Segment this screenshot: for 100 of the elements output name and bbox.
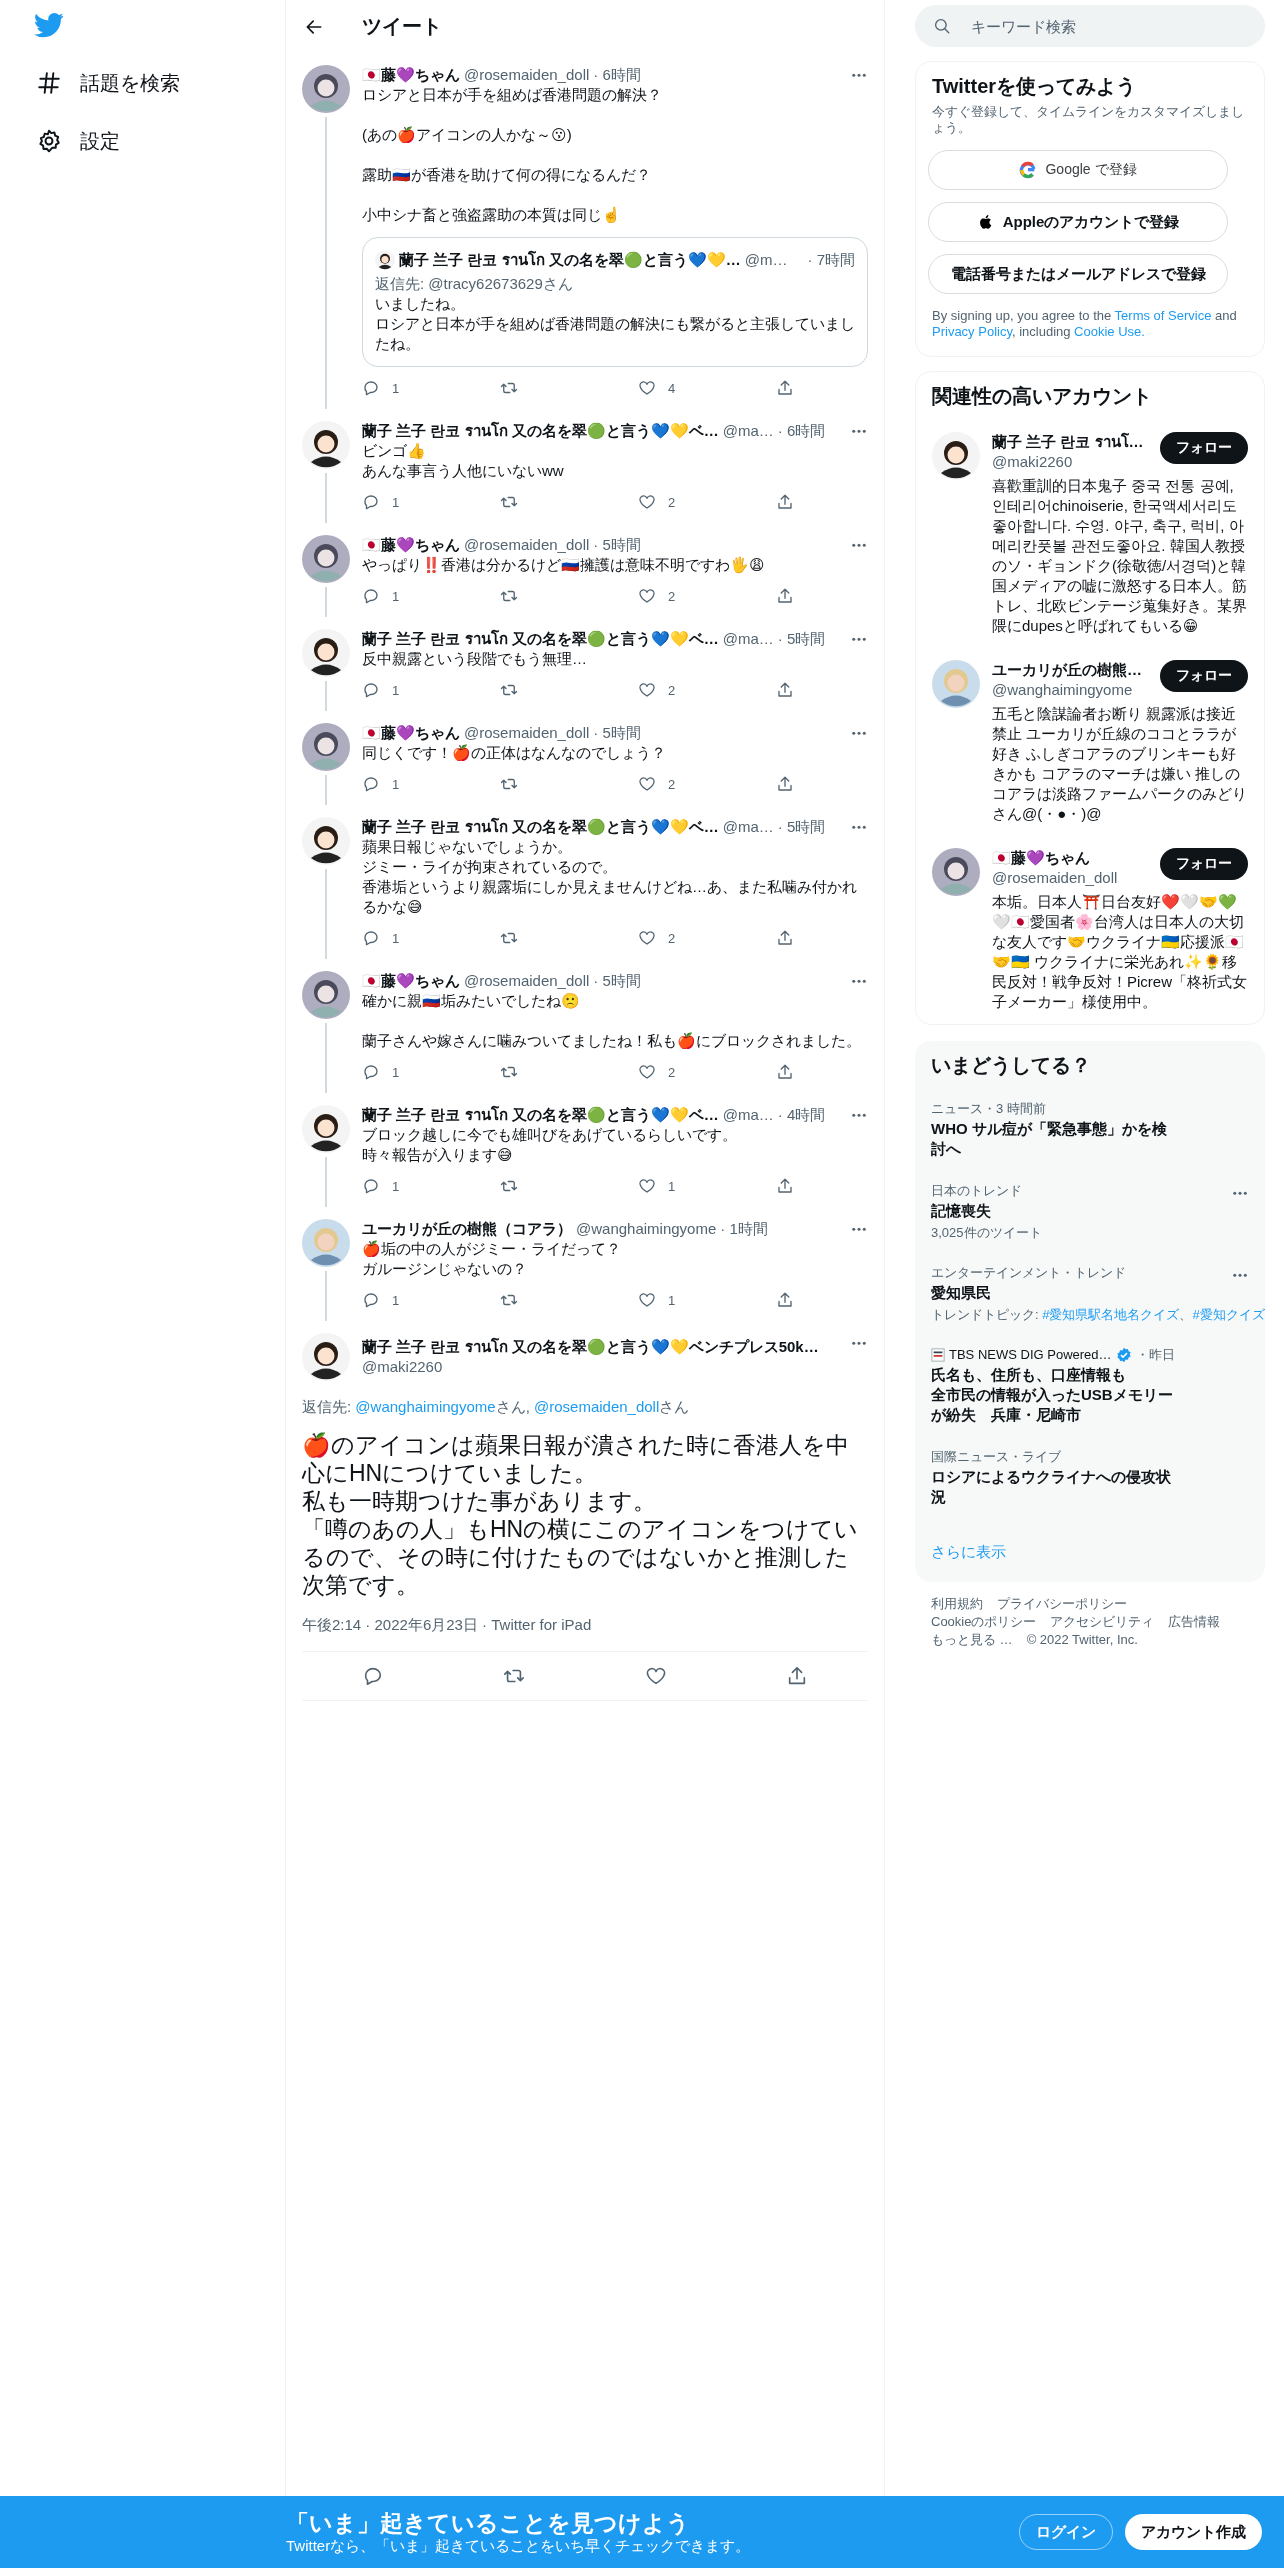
more-icon[interactable] [850,1226,868,1232]
reply-button[interactable]: 1 [362,1177,400,1195]
bird-logo-icon[interactable] [34,10,64,40]
timestamp[interactable]: · 1時間 [720,1219,768,1239]
footer-link[interactable]: 利用規約 [931,1596,983,1612]
avatar[interactable] [302,65,350,113]
search-field[interactable]: キーワード検索 [915,5,1265,47]
nav-link[interactable]: 話題を検索 [80,69,180,97]
signup-button[interactable]: アカウント作成 [1125,2514,1262,2550]
like-button[interactable]: 1 [638,1177,676,1195]
follow-button[interactable]: フォロー [1160,848,1248,880]
user-name[interactable]: 🇯🇵藤💜ちゃん [362,971,460,991]
avatar[interactable] [302,1105,350,1153]
avatar[interactable] [932,432,980,480]
like-button[interactable]: 2 [638,775,676,793]
footer-link[interactable]: 広告情報 [1168,1614,1221,1630]
more-icon[interactable] [850,978,868,984]
trend-item[interactable]: エンターテインメント・トレンド 愛知県民 トレンドトピック: #愛知県駅名地名クイズ、#愛知クイズ [915,1253,1265,1335]
user-handle: @rosemaiden_doll [464,723,590,743]
user-name[interactable]: 蘭子 兰子 란코 รานโก 又の名を翠🟢と言う💙💛ベ… [362,817,719,837]
more-icon[interactable] [850,72,868,78]
more-icon[interactable] [850,824,868,830]
timestamp[interactable]: · 5時間 [593,723,641,743]
user-name[interactable]: 🇯🇵藤💜ちゃん [362,535,460,555]
nav-link[interactable]: 設定 [80,127,120,155]
more-icon[interactable] [850,542,868,548]
footer-link[interactable]: もっと見る … [931,1632,1013,1648]
share-button[interactable] [776,1063,794,1081]
share-button[interactable] [776,587,794,605]
more-icon[interactable] [850,1341,868,1346]
more-icon[interactable] [850,428,868,434]
user-name[interactable]: 蘭子 兰子 란코 รานโก 又の名を翠🟢と言う💙💛ベ… [362,1105,719,1125]
trend-item[interactable]: ニュース・3 時間前 WHO サル痘が「緊急事態」かを検討へ [915,1089,1265,1171]
footer-link[interactable]: © 2022 Twitter, Inc. [1026,1632,1138,1648]
avatar[interactable] [375,250,395,270]
footer-link[interactable]: Cookieのポリシー [931,1614,1037,1630]
like-button[interactable]: 2 [638,493,676,511]
share-button[interactable] [776,379,794,397]
user-name[interactable]: 蘭子 兰子 란코 รานโก 又の名を翠🟢と言う💙💛ベ… [362,421,719,441]
user-name[interactable]: 蘭子 兰子 란코 รานโ… [992,432,1152,452]
follow-button[interactable]: フォロー [1160,432,1248,464]
avatar[interactable] [932,848,980,896]
share-button[interactable] [776,1177,794,1195]
user-name[interactable]: 蘭子 兰子 란코 รานโก 又の名を翠🟢と言う💙💛ベ… [362,629,719,649]
reply-button[interactable]: 1 [362,379,400,397]
trend-item[interactable]: 国際ニュース・ライブ ロシアによるウクライナへの侵攻状況 [915,1437,1265,1519]
footer-link[interactable]: アクセシビリティ [1050,1614,1155,1630]
share-button[interactable] [776,493,794,511]
more-icon[interactable] [1231,1273,1249,1278]
like-button[interactable]: 2 [638,929,676,947]
like-button[interactable]: 4 [638,379,676,397]
avatar[interactable] [302,1333,350,1381]
timestamp[interactable]: · 6時間 [777,421,826,441]
more-icon[interactable] [850,1112,868,1118]
like-button[interactable]: 1 [638,1291,676,1309]
trend-item[interactable]: TBS NEWS DIG Powered… ・昨日 氏名も、住所も、口座情報も 全市民の情報が入ったUSBメモリーが紛失 兵庫・尼崎市 [915,1335,1265,1437]
timestamp[interactable]: · 5時間 [777,817,826,837]
reply-button[interactable]: 1 [362,493,400,511]
share-button[interactable] [776,1291,794,1309]
user-name[interactable]: ユーカリが丘の樹熊（コアラ） [362,1219,572,1239]
follow-button[interactable]: フォロー [1160,660,1248,692]
quoted-tweet[interactable]: 蘭子 兰子 란코 รานโก 又の名を翠🟢と言う💙💛… @m… · 7時間 返信先: @tracy62673629さん いましたね。 ロシアと日本が手を組めば香港問題の解決にも繋がると主張していましたね。 [362,237,868,367]
user-name[interactable]: ユーカリが丘の樹熊… [992,660,1152,680]
reply-button[interactable]: 1 [362,681,400,699]
reply-button[interactable]: 1 [362,587,400,605]
more-icon[interactable] [850,636,868,642]
share-button[interactable] [776,929,794,947]
avatar[interactable] [302,971,350,1019]
like-button[interactable]: 2 [638,587,676,605]
reply-button[interactable]: 1 [362,775,400,793]
reply-button[interactable]: 1 [362,1291,400,1309]
signup-button[interactable]: 電話番号またはメールアドレスで登録 [928,254,1228,294]
trend-item[interactable]: 日本のトレンド 記憶喪失 3,025件のツイート [915,1171,1265,1253]
timestamp[interactable]: · 5時間 [777,629,826,649]
signup-button[interactable]: Appleのアカウントで登録 [928,202,1228,242]
avatar[interactable] [302,817,350,865]
avatar[interactable] [302,421,350,469]
avatar[interactable] [302,723,350,771]
share-button[interactable] [776,681,794,699]
footer-link[interactable]: プライバシーポリシー [997,1596,1127,1612]
reply-button[interactable]: 1 [362,1063,400,1081]
user-name[interactable]: 🇯🇵藤💜ちゃん [992,848,1152,868]
like-button[interactable]: 2 [638,681,676,699]
timestamp[interactable]: · 5時間 [593,971,641,991]
user-name[interactable]: 🇯🇵藤💜ちゃん [362,65,460,85]
avatar[interactable] [302,629,350,677]
share-button[interactable] [776,775,794,793]
timestamp[interactable]: · 5時間 [593,535,641,555]
user-name[interactable]: 蘭子 兰子 란코 รานโก 又の名を翠🟢と言う💙💛ベンチプレス50k… [362,1337,838,1357]
share-icon [776,1063,794,1081]
more-icon[interactable] [1231,1191,1249,1196]
timestamp[interactable]: · 4時間 [777,1105,826,1125]
like-button[interactable]: 2 [638,1063,676,1081]
timestamp[interactable]: · 6時間 [593,65,641,85]
avatar[interactable] [302,535,350,583]
reply-button[interactable]: 1 [362,929,400,947]
more-icon[interactable] [850,730,868,736]
signup-button[interactable]: Google で登録 [928,150,1228,190]
like-button[interactable] [644,1665,667,1687]
user-name[interactable]: 🇯🇵藤💜ちゃん [362,723,460,743]
